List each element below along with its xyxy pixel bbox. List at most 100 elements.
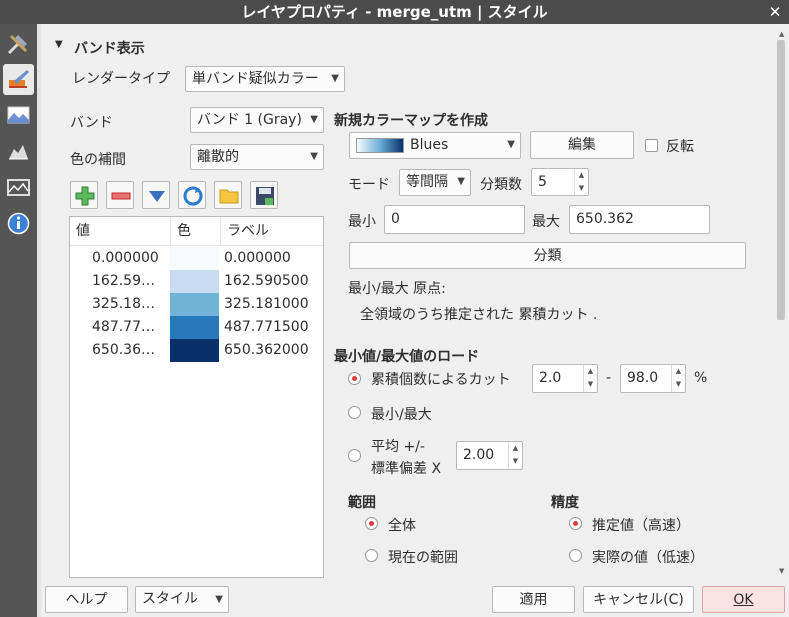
cut-unit: % (694, 370, 708, 386)
stddev-label-2: 標準偏差 X (371, 461, 442, 477)
extent-whole-radio[interactable] (365, 517, 378, 530)
color-swatch[interactable] (170, 270, 219, 293)
band-combo[interactable]: バンド 1 (Gray) ▼ (190, 107, 324, 133)
cut-high-spinbox[interactable]: 98.0 ▲ ▼ (620, 364, 686, 393)
classify-button[interactable]: 分類 (349, 242, 746, 269)
accuracy-actual-label: 実際の値（低速） (592, 550, 704, 566)
extent-current-label: 現在の範囲 (388, 550, 458, 566)
triangle-down-icon (149, 191, 165, 202)
header-value[interactable]: 値 (70, 217, 170, 245)
load-button[interactable] (214, 181, 242, 209)
interpolation-combo[interactable]: 離散的 ▼ (190, 144, 324, 170)
sidebar (0, 24, 37, 617)
refresh-button[interactable] (178, 181, 206, 209)
accuracy-estimate-label: 推定値（高速） (592, 518, 690, 534)
refresh-icon (183, 186, 203, 206)
color-swatch[interactable] (170, 293, 219, 316)
extent-title: 範囲 (348, 495, 376, 511)
spin-arrows-icon[interactable]: ▲ ▼ (671, 365, 685, 392)
chevron-down-icon: ▼ (310, 151, 318, 162)
chevron-down-icon: ▼ (457, 176, 465, 187)
paintbrush-icon[interactable] (3, 64, 34, 95)
help-button[interactable]: ヘルプ (45, 586, 128, 613)
spin-arrows-icon[interactable]: ▲ ▼ (574, 169, 588, 195)
table-row[interactable]: 325.18… 325.181000 (70, 293, 323, 316)
origin-value: 全領域のうち推定された 累積カット . (360, 307, 598, 323)
cancel-button[interactable]: キャンセル(C) (583, 586, 694, 613)
new-colormap-title: 新規カラーマップを作成 (334, 113, 488, 129)
cut-low-spinbox[interactable]: 2.0 ▲ ▼ (532, 364, 598, 393)
render-type-label: レンダータイプ (72, 71, 170, 87)
accuracy-actual-radio[interactable] (569, 549, 582, 562)
chevron-down-icon: ▼ (215, 594, 223, 605)
color-swatch[interactable] (170, 316, 219, 339)
stddev-radio[interactable] (348, 449, 361, 462)
sort-button[interactable] (142, 181, 170, 209)
min-label: 最小 (348, 214, 376, 230)
color-swatch[interactable] (170, 247, 219, 270)
classes-spinbox[interactable]: 5 ▲ ▼ (531, 168, 589, 196)
table-row[interactable]: 650.36… 650.362000 (70, 339, 323, 362)
plus-icon (75, 186, 95, 206)
ok-button[interactable]: OK (702, 586, 785, 613)
mode-label: モード (348, 177, 390, 193)
collapse-arrow-icon[interactable]: ▼ (55, 39, 63, 50)
color-table[interactable]: 値 色 ラベル 0.000000 0.000000 162.59… 162.59… (69, 216, 324, 578)
transparency-icon[interactable] (3, 100, 34, 131)
invert-label: 反転 (666, 139, 694, 155)
spin-arrows-icon[interactable]: ▲ ▼ (583, 365, 597, 392)
origin-label: 最小/最大 原点: (348, 281, 446, 297)
max-input[interactable]: 650.362 (569, 205, 710, 234)
table-row[interactable]: 487.77… 487.771500 (70, 316, 323, 339)
tools-icon[interactable] (3, 28, 34, 59)
extent-whole-label: 全体 (388, 518, 416, 534)
spin-arrows-icon[interactable]: ▲ ▼ (508, 442, 522, 469)
mode-combo[interactable]: 等間隔 ▼ (399, 169, 471, 196)
max-label: 最大 (532, 214, 560, 230)
render-type-combo[interactable]: 単バンド疑似カラー ▼ (185, 66, 345, 92)
extent-current-radio[interactable] (365, 549, 378, 562)
divider (70, 245, 323, 246)
color-ramp-preview (356, 138, 404, 153)
chevron-down-icon: ▼ (310, 114, 318, 125)
chevron-down-icon: ▼ (507, 139, 515, 150)
scroll-down-icon[interactable]: ▼ (779, 567, 784, 575)
stddev-label-1: 平均 +/- (371, 439, 425, 455)
minmax-radio[interactable] (348, 406, 361, 419)
vertical-scrollbar[interactable]: ▲ ▼ (776, 30, 786, 576)
folder-icon (219, 189, 239, 204)
apply-button[interactable]: 適用 (492, 586, 575, 613)
interpolation-label: 色の補間 (70, 152, 126, 168)
scroll-up-icon[interactable]: ▲ (779, 30, 784, 38)
pyramids-icon[interactable] (3, 172, 34, 203)
cut-separator: - (606, 370, 612, 386)
save-icon (256, 187, 274, 205)
remove-value-button[interactable] (106, 181, 134, 209)
table-row[interactable]: 162.59… 162.590500 (70, 270, 323, 293)
edit-button[interactable]: 編集 (530, 131, 634, 159)
table-row[interactable]: 0.000000 0.000000 (70, 247, 323, 270)
minmax-title: 最小値/最大値のロード (334, 349, 480, 365)
classes-label: 分類数 (480, 177, 522, 193)
chevron-down-icon: ▼ (331, 73, 339, 84)
histogram-icon[interactable] (3, 136, 34, 167)
section-title: バンド表示 (74, 41, 145, 57)
header-color[interactable]: 色 (170, 217, 220, 245)
invert-checkbox[interactable] (645, 139, 658, 152)
scrollbar-thumb[interactable] (777, 40, 785, 320)
add-value-button[interactable] (70, 181, 98, 209)
cut-radio[interactable] (348, 372, 361, 385)
color-ramp-combo[interactable]: Blues ▼ (349, 132, 521, 159)
accuracy-estimate-radio[interactable] (569, 517, 582, 530)
accuracy-title: 精度 (551, 495, 579, 511)
stddev-spinbox[interactable]: 2.00 ▲ ▼ (456, 441, 523, 470)
metadata-icon[interactable] (3, 208, 34, 239)
style-menu-button[interactable]: スタイル ▼ (135, 586, 229, 613)
close-icon[interactable]: ✕ (767, 0, 783, 24)
save-button[interactable] (250, 181, 278, 209)
window-title: レイヤプロパティ - merge_utm | スタイル (0, 0, 789, 24)
color-swatch[interactable] (170, 339, 219, 362)
min-input[interactable]: 0 (384, 205, 525, 234)
minmax-label: 最小/最大 (371, 407, 432, 423)
header-label[interactable]: ラベル (220, 217, 324, 245)
